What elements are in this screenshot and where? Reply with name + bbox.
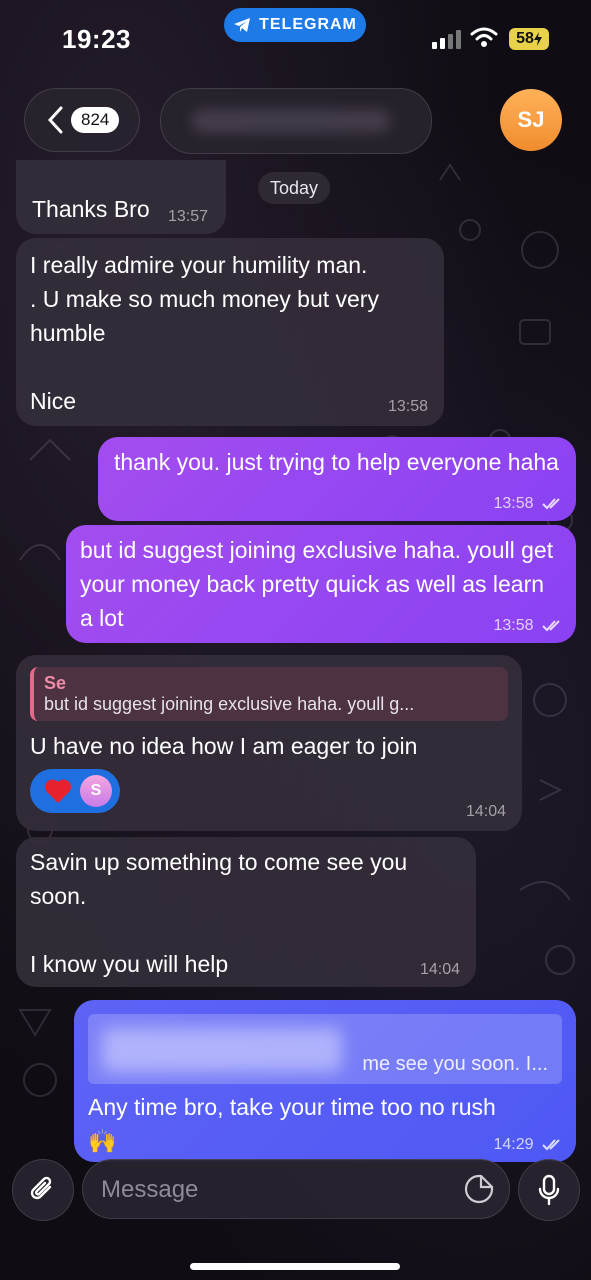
message-bubble-outgoing[interactable]: thank you. just trying to help everyone …: [98, 437, 576, 521]
message-placeholder: Message: [101, 1176, 199, 1203]
message-time: 13:58: [493, 495, 534, 512]
paperclip-icon: [30, 1176, 52, 1200]
message-bubble-outgoing[interactable]: but id suggest joining exclusive haha. y…: [66, 525, 576, 643]
chat-title[interactable]: [160, 88, 432, 154]
wifi-icon: [470, 27, 498, 47]
reply-quote[interactable]: Se but id suggest joining exclusive haha…: [30, 667, 508, 721]
message-time: 13:58: [493, 617, 534, 634]
message-text: thank you. just trying to help everyone …: [114, 449, 559, 475]
message-time: 13:57: [168, 208, 209, 225]
message-bubble-incoming[interactable]: Savin up something to come see you soon.…: [16, 837, 476, 987]
telegram-pill[interactable]: TELEGRAM: [224, 8, 366, 42]
message-bubble-incoming[interactable]: I really admire your humility man. . U m…: [16, 238, 444, 426]
message-composer: Message: [0, 1155, 591, 1280]
message-time: 14:04: [419, 961, 460, 978]
voice-record-button[interactable]: [518, 1159, 580, 1221]
telegram-icon: [234, 18, 251, 32]
attach-button[interactable]: [12, 1159, 74, 1221]
reply-snippet: me see you soon. I...: [362, 1053, 548, 1075]
redacted-reply-author: [102, 1028, 342, 1072]
status-bar: 19:23 TELEGRAM 58: [0, 0, 591, 78]
battery-icon: 58: [509, 28, 549, 50]
double-check-icon: [542, 498, 560, 510]
unread-count-badge: 824: [71, 107, 120, 133]
reaction-avatar: S: [80, 775, 112, 807]
microphone-icon: [538, 1174, 560, 1206]
message-time: 14:29: [493, 1136, 534, 1153]
message-bubble-outgoing[interactable]: me see you soon. I... Any time bro, take…: [74, 1000, 576, 1162]
message-text: Any time bro, take your time too no rush: [88, 1094, 496, 1120]
double-check-icon: [542, 620, 560, 632]
home-indicator[interactable]: [190, 1263, 400, 1270]
back-button[interactable]: 824: [24, 88, 140, 152]
message-status: 14:29: [494, 1136, 565, 1154]
message-emoji: 🙌: [88, 1128, 117, 1154]
contact-avatar[interactable]: SJ: [500, 89, 562, 151]
message-time: 13:58: [387, 398, 428, 415]
charging-bolt-icon: [533, 32, 542, 46]
double-check-icon: [542, 1139, 560, 1151]
message-status: 13:58: [494, 495, 565, 513]
reply-author: Se: [44, 673, 67, 693]
message-text: Thanks Bro: [32, 196, 150, 222]
reaction-chip[interactable]: S: [30, 769, 120, 813]
heart-icon: [45, 779, 71, 803]
date-separator: Today: [258, 172, 331, 204]
chevron-left-icon: [47, 106, 63, 134]
reply-quote[interactable]: me see you soon. I...: [88, 1014, 562, 1084]
message-text: but id suggest joining exclusive haha. y…: [80, 537, 554, 631]
reply-snippet: but id suggest joining exclusive haha. y…: [44, 694, 415, 714]
message-text: Savin up something to come see you soon.…: [30, 849, 408, 977]
message-time: 14:04: [465, 803, 506, 820]
message-text: U have no idea how I am eager to join: [30, 733, 418, 759]
battery-level: 58: [516, 30, 534, 47]
message-bubble-incoming[interactable]: Se but id suggest joining exclusive haha…: [16, 655, 522, 831]
clock: 19:23: [62, 24, 131, 54]
message-input[interactable]: Message: [82, 1159, 510, 1219]
telegram-pill-label: TELEGRAM: [259, 16, 357, 33]
message-status: 13:58: [494, 617, 565, 635]
message-bubble-incoming[interactable]: Thanks Bro 13:57: [16, 160, 226, 234]
message-text: I really admire your humility man. . U m…: [30, 252, 379, 414]
cellular-signal-icon: [432, 30, 461, 49]
redacted-chat-name: [191, 109, 391, 133]
sticker-icon[interactable]: [463, 1173, 495, 1205]
